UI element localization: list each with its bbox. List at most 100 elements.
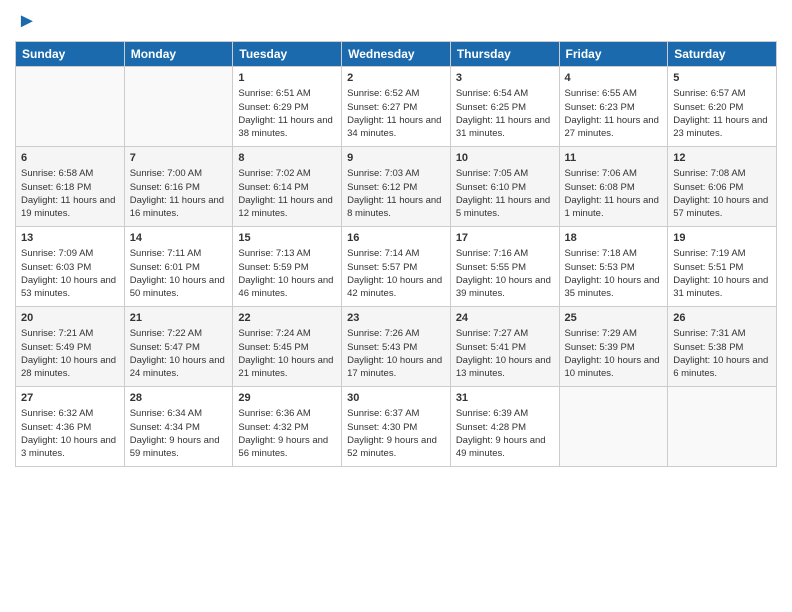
cell-text: Daylight: 11 hours and 1 minute. [565,194,663,221]
calendar-cell [559,387,668,467]
calendar-cell: 3Sunrise: 6:54 AMSunset: 6:25 PMDaylight… [450,67,559,147]
calendar-week-row: 13Sunrise: 7:09 AMSunset: 6:03 PMDayligh… [16,227,777,307]
cell-text: Sunset: 5:55 PM [456,261,554,274]
cell-content: 2Sunrise: 6:52 AMSunset: 6:27 PMDaylight… [347,71,445,141]
cell-text: Sunrise: 6:37 AM [347,407,445,420]
day-number: 1 [238,71,336,86]
day-number: 9 [347,151,445,166]
cell-text: Daylight: 10 hours and 3 minutes. [21,434,119,461]
cell-content: 20Sunrise: 7:21 AMSunset: 5:49 PMDayligh… [21,311,119,381]
calendar-cell: 16Sunrise: 7:14 AMSunset: 5:57 PMDayligh… [342,227,451,307]
calendar-cell: 29Sunrise: 6:36 AMSunset: 4:32 PMDayligh… [233,387,342,467]
day-number: 4 [565,71,663,86]
day-number: 13 [21,231,119,246]
calendar-cell: 28Sunrise: 6:34 AMSunset: 4:34 PMDayligh… [124,387,233,467]
calendar-cell: 4Sunrise: 6:55 AMSunset: 6:23 PMDaylight… [559,67,668,147]
day-number: 12 [673,151,771,166]
cell-content: 14Sunrise: 7:11 AMSunset: 6:01 PMDayligh… [130,231,228,301]
day-number: 7 [130,151,228,166]
calendar-cell [668,387,777,467]
cell-text: Daylight: 10 hours and 35 minutes. [565,274,663,301]
cell-text: Sunset: 5:49 PM [21,341,119,354]
calendar-cell: 27Sunrise: 6:32 AMSunset: 4:36 PMDayligh… [16,387,125,467]
cell-text: Daylight: 10 hours and 57 minutes. [673,194,771,221]
cell-text: Sunrise: 7:14 AM [347,247,445,260]
cell-text: Daylight: 9 hours and 52 minutes. [347,434,445,461]
cell-text: Sunset: 5:47 PM [130,341,228,354]
calendar-cell: 15Sunrise: 7:13 AMSunset: 5:59 PMDayligh… [233,227,342,307]
cell-text: Sunrise: 6:39 AM [456,407,554,420]
cell-text: Sunrise: 7:11 AM [130,247,228,260]
cell-text: Sunrise: 7:29 AM [565,327,663,340]
cell-text: Daylight: 10 hours and 50 minutes. [130,274,228,301]
day-number: 28 [130,391,228,406]
day-header-friday: Friday [559,42,668,67]
cell-text: Sunrise: 6:54 AM [456,87,554,100]
calendar-cell: 14Sunrise: 7:11 AMSunset: 6:01 PMDayligh… [124,227,233,307]
cell-text: Sunrise: 7:31 AM [673,327,771,340]
cell-text: Sunrise: 7:03 AM [347,167,445,180]
cell-text: Daylight: 11 hours and 8 minutes. [347,194,445,221]
calendar-cell: 12Sunrise: 7:08 AMSunset: 6:06 PMDayligh… [668,147,777,227]
day-header-tuesday: Tuesday [233,42,342,67]
cell-content: 22Sunrise: 7:24 AMSunset: 5:45 PMDayligh… [238,311,336,381]
calendar-cell: 6Sunrise: 6:58 AMSunset: 6:18 PMDaylight… [16,147,125,227]
cell-content: 10Sunrise: 7:05 AMSunset: 6:10 PMDayligh… [456,151,554,221]
cell-text: Sunrise: 6:36 AM [238,407,336,420]
calendar-cell: 21Sunrise: 7:22 AMSunset: 5:47 PMDayligh… [124,307,233,387]
calendar-cell: 8Sunrise: 7:02 AMSunset: 6:14 PMDaylight… [233,147,342,227]
cell-content: 25Sunrise: 7:29 AMSunset: 5:39 PMDayligh… [565,311,663,381]
cell-content: 7Sunrise: 7:00 AMSunset: 6:16 PMDaylight… [130,151,228,221]
calendar-cell [124,67,233,147]
calendar-cell: 11Sunrise: 7:06 AMSunset: 6:08 PMDayligh… [559,147,668,227]
day-number: 24 [456,311,554,326]
cell-content: 24Sunrise: 7:27 AMSunset: 5:41 PMDayligh… [456,311,554,381]
cell-text: Daylight: 11 hours and 19 minutes. [21,194,119,221]
cell-text: Sunset: 5:59 PM [238,261,336,274]
cell-text: Sunrise: 7:19 AM [673,247,771,260]
cell-text: Sunset: 6:08 PM [565,181,663,194]
calendar-cell: 7Sunrise: 7:00 AMSunset: 6:16 PMDaylight… [124,147,233,227]
cell-text: Sunrise: 7:16 AM [456,247,554,260]
day-header-wednesday: Wednesday [342,42,451,67]
calendar-cell [16,67,125,147]
cell-text: Sunrise: 6:57 AM [673,87,771,100]
cell-text: Sunrise: 7:22 AM [130,327,228,340]
cell-text: Sunset: 6:29 PM [238,101,336,114]
cell-text: Sunset: 6:03 PM [21,261,119,274]
day-number: 19 [673,231,771,246]
calendar-cell: 20Sunrise: 7:21 AMSunset: 5:49 PMDayligh… [16,307,125,387]
calendar-cell: 23Sunrise: 7:26 AMSunset: 5:43 PMDayligh… [342,307,451,387]
cell-text: Daylight: 11 hours and 12 minutes. [238,194,336,221]
cell-text: Sunrise: 6:58 AM [21,167,119,180]
cell-text: Daylight: 11 hours and 23 minutes. [673,114,771,141]
cell-text: Sunset: 4:28 PM [456,421,554,434]
cell-text: Daylight: 11 hours and 27 minutes. [565,114,663,141]
calendar-header-row: SundayMondayTuesdayWednesdayThursdayFrid… [16,42,777,67]
cell-text: Sunrise: 7:26 AM [347,327,445,340]
day-number: 11 [565,151,663,166]
calendar-cell: 1Sunrise: 6:51 AMSunset: 6:29 PMDaylight… [233,67,342,147]
cell-text: Sunset: 6:20 PM [673,101,771,114]
cell-text: Daylight: 10 hours and 10 minutes. [565,354,663,381]
day-number: 17 [456,231,554,246]
cell-text: Daylight: 10 hours and 24 minutes. [130,354,228,381]
cell-text: Daylight: 10 hours and 13 minutes. [456,354,554,381]
cell-text: Sunset: 4:32 PM [238,421,336,434]
cell-text: Sunrise: 6:52 AM [347,87,445,100]
cell-text: Sunrise: 7:09 AM [21,247,119,260]
cell-text: Sunset: 5:39 PM [565,341,663,354]
cell-text: Daylight: 10 hours and 53 minutes. [21,274,119,301]
calendar-cell: 19Sunrise: 7:19 AMSunset: 5:51 PMDayligh… [668,227,777,307]
cell-text: Sunset: 4:30 PM [347,421,445,434]
cell-text: Daylight: 11 hours and 38 minutes. [238,114,336,141]
day-number: 18 [565,231,663,246]
cell-content: 21Sunrise: 7:22 AMSunset: 5:47 PMDayligh… [130,311,228,381]
cell-text: Daylight: 10 hours and 6 minutes. [673,354,771,381]
cell-text: Sunset: 5:38 PM [673,341,771,354]
cell-text: Sunrise: 7:27 AM [456,327,554,340]
cell-text: Daylight: 9 hours and 59 minutes. [130,434,228,461]
cell-text: Daylight: 9 hours and 49 minutes. [456,434,554,461]
calendar-cell: 31Sunrise: 6:39 AMSunset: 4:28 PMDayligh… [450,387,559,467]
cell-content: 27Sunrise: 6:32 AMSunset: 4:36 PMDayligh… [21,391,119,461]
